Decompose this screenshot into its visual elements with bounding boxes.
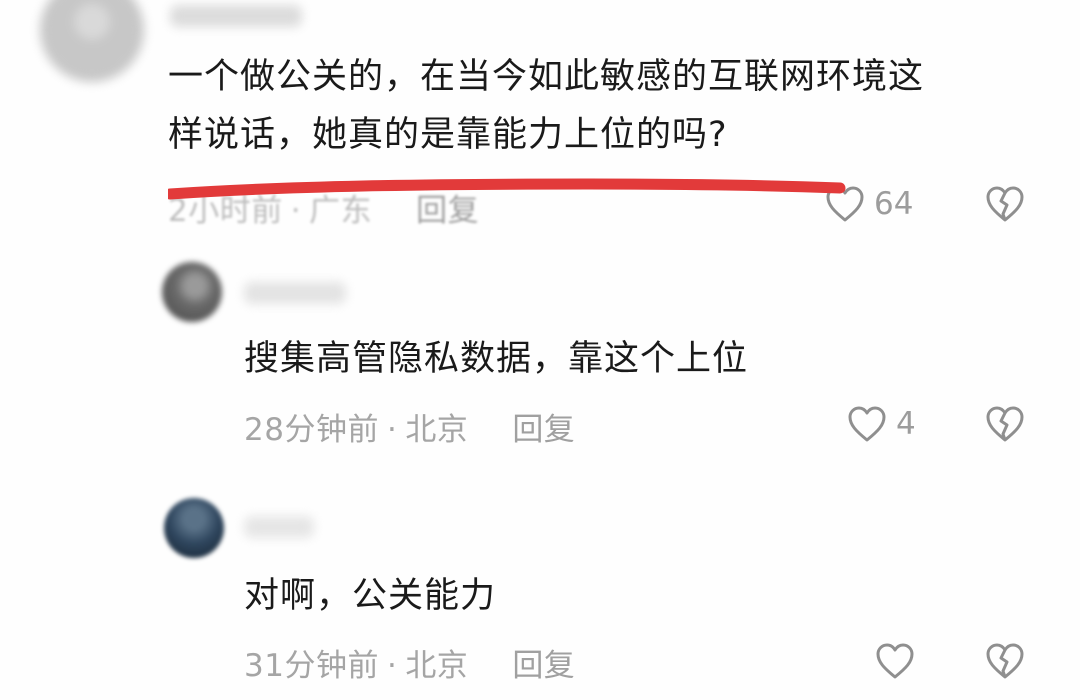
heart-outline-icon [846, 404, 888, 444]
reply-time: 28分钟前 [244, 412, 379, 448]
avatar[interactable] [162, 262, 222, 322]
like-count: 4 [896, 406, 916, 442]
username-blurred[interactable] [170, 5, 302, 27]
like-button[interactable] [874, 641, 924, 681]
comment-text: 一个做公关的，在当今如此敏感的互联网环境这 样说话，她真的是靠能力上位的吗? [168, 48, 924, 164]
reply-text-line: 搜集高管隐私数据，靠这个上位 [244, 339, 749, 379]
reply-button[interactable]: 回复 [416, 193, 479, 229]
like-count: 64 [874, 186, 914, 222]
like-button[interactable]: 4 [846, 404, 916, 444]
avatar[interactable] [40, 0, 144, 82]
reply-button[interactable]: 回复 [512, 648, 575, 684]
reply-button[interactable]: 回复 [512, 412, 575, 448]
broken-heart-icon [984, 184, 1026, 224]
comment-thread: 一个做公关的，在当今如此敏感的互联网环境这 样说话，她真的是靠能力上位的吗? 2… [0, 0, 1080, 700]
reply-text: 搜集高管隐私数据，靠这个上位 [244, 330, 748, 388]
meta-separator: · [386, 412, 398, 448]
heart-outline-icon [874, 641, 916, 681]
reply-location: 北京 [405, 412, 469, 448]
comment-time: 2小时前 [168, 193, 283, 229]
comment-meta: 2小时前 · 广东 回复 [168, 185, 479, 230]
heart-outline-icon [824, 184, 866, 224]
dislike-button[interactable] [984, 641, 1026, 681]
username-blurred[interactable] [244, 282, 346, 304]
comment-text-line: 一个做公关的，在当今如此敏感的互联网环境这 [168, 57, 925, 97]
dislike-button[interactable] [984, 404, 1026, 444]
like-button[interactable]: 64 [824, 184, 913, 224]
meta-separator: · [290, 193, 302, 229]
broken-heart-icon [984, 404, 1026, 444]
username-blurred[interactable] [244, 516, 314, 538]
comment-text-line: 样说话，她真的是靠能力上位的吗? [168, 115, 728, 155]
meta-separator: · [386, 648, 398, 684]
dislike-button[interactable] [984, 184, 1026, 224]
avatar[interactable] [164, 498, 224, 558]
reply-meta: 28分钟前 · 北京 回复 [244, 404, 575, 449]
reply-location: 北京 [405, 648, 469, 684]
comment-location: 广东 [309, 193, 373, 229]
reply-text-line: 对啊，公关能力 [244, 576, 497, 616]
reply-meta: 31分钟前 · 北京 回复 [244, 640, 575, 685]
reply-text: 对啊，公关能力 [244, 567, 496, 625]
broken-heart-icon [984, 641, 1026, 681]
reply-time: 31分钟前 [244, 648, 379, 684]
